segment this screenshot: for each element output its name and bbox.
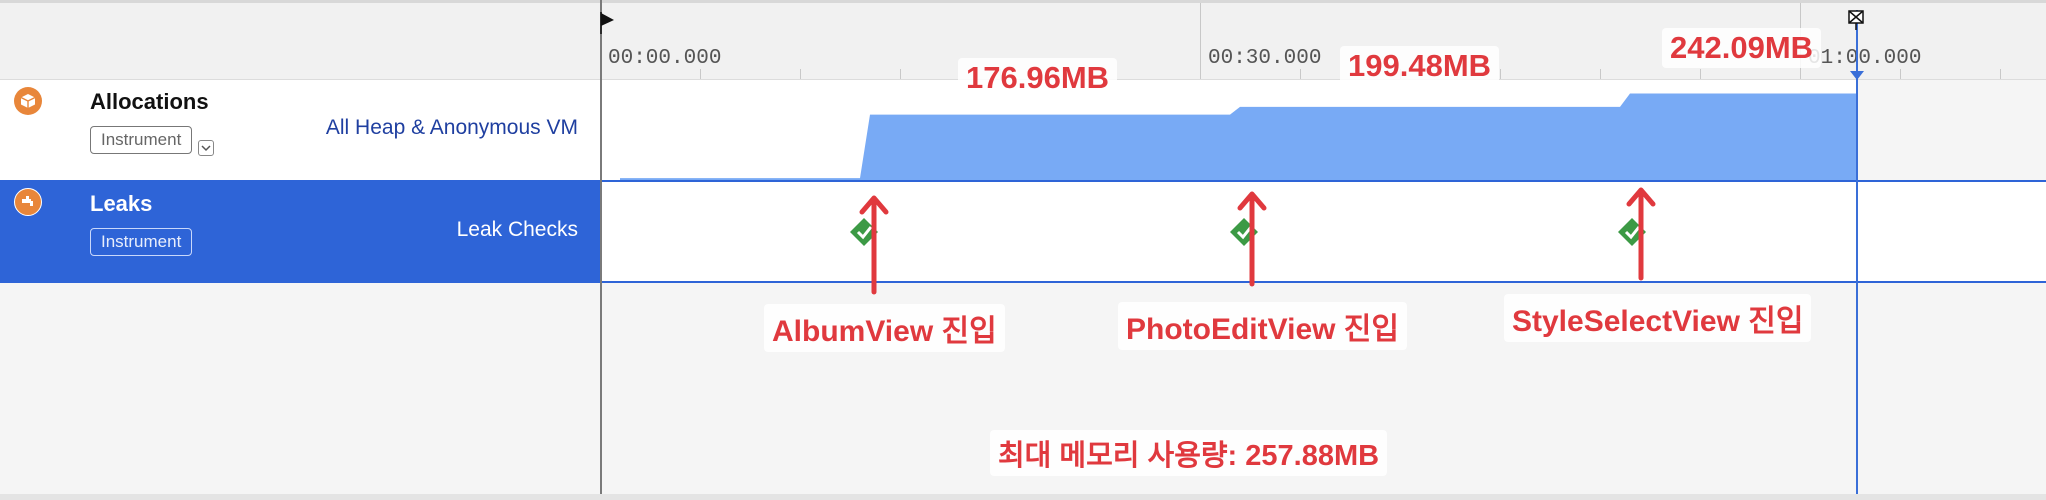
max-memory-annotation: 최대 메모리 사용량: 257.88MB xyxy=(990,430,1388,476)
view-annotation: PhotoEditView 진입 xyxy=(1118,302,1407,350)
view-annotation: AlbumView 진입 xyxy=(764,304,1005,352)
memory-annotation: 176.96MB xyxy=(958,58,1118,98)
memory-annotation: 199.48MB xyxy=(1340,46,1500,86)
view-annotation: StyleSelectView 진입 xyxy=(1504,294,1812,342)
memory-annotation: 242.09MB xyxy=(1662,28,1822,68)
bottom-border xyxy=(0,494,2046,500)
